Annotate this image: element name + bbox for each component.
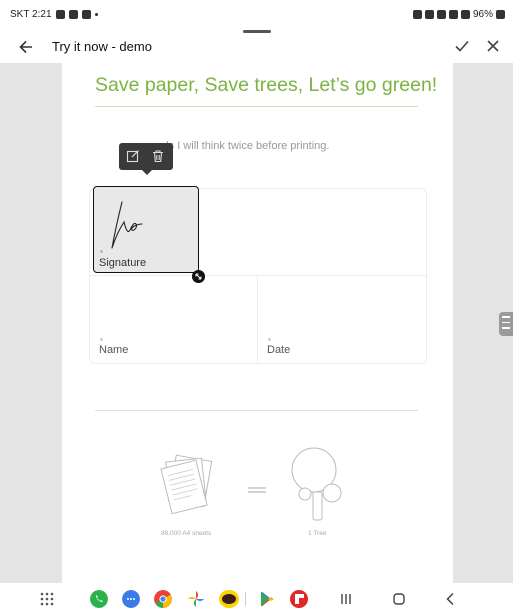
taskbar: [0, 583, 513, 615]
headline-divider: [95, 106, 418, 107]
close-icon[interactable]: [483, 36, 503, 56]
phone-app-icon[interactable]: [90, 590, 108, 608]
toolbar-caret: [142, 170, 152, 175]
signal-icon: [460, 10, 470, 19]
kakaotalk-app-icon[interactable]: [219, 590, 239, 608]
play-store-icon[interactable]: [258, 590, 276, 608]
app-notification-icon: [81, 10, 91, 19]
check-icon[interactable]: [452, 36, 472, 56]
document-headline: Save paper, Save trees, Let’s go green!: [95, 74, 438, 96]
equals-icon: [248, 487, 266, 493]
side-panel-handle[interactable]: [499, 312, 513, 336]
messages-app-icon[interactable]: [122, 590, 140, 608]
name-field[interactable]: [90, 276, 256, 362]
flipboard-app-icon[interactable]: [290, 590, 308, 608]
back-arrow-icon[interactable]: [16, 37, 36, 57]
signature-placeholder-dot: [100, 250, 103, 253]
app-bar: Try it now - demo: [0, 33, 513, 63]
left-gutter: [0, 63, 62, 583]
wifi-icon: [448, 10, 458, 19]
field-toolbar: [119, 143, 173, 175]
vibrate-icon: [436, 10, 446, 19]
bluetooth-icon: [424, 10, 434, 19]
edit-icon[interactable]: [125, 148, 141, 164]
taskbar-separator: [245, 592, 246, 606]
photos-app-icon[interactable]: [187, 590, 205, 608]
back-button-icon[interactable]: [442, 590, 460, 608]
page-title: Try it now - demo: [52, 39, 152, 54]
sheets-caption: 88,000 A4 sheets: [161, 530, 212, 537]
signature-label: Signature: [99, 257, 147, 269]
trash-icon[interactable]: [150, 148, 166, 164]
section-divider: [95, 410, 418, 411]
battery-level: 96%: [472, 9, 493, 20]
tree-caption: 1 Tree: [308, 530, 327, 537]
tree-illustration: [291, 447, 342, 521]
signature-drawing: [111, 201, 143, 249]
status-bar: SKT 2:21 96%: [0, 0, 513, 30]
apps-grid-icon[interactable]: [38, 590, 56, 608]
home-button-icon[interactable]: [390, 590, 408, 608]
chat-notification-icon: [68, 10, 78, 19]
paper-sheets-illustration: [160, 454, 213, 515]
chrome-app-icon[interactable]: [154, 590, 172, 608]
status-time: SKT 2:21: [10, 9, 52, 20]
recents-button-icon[interactable]: [337, 590, 355, 608]
date-field[interactable]: [258, 276, 424, 362]
gallery-notification-icon: [55, 10, 65, 19]
alarm-icon: [412, 10, 422, 19]
more-notifications-icon: [94, 13, 98, 16]
battery-icon: [496, 10, 505, 19]
